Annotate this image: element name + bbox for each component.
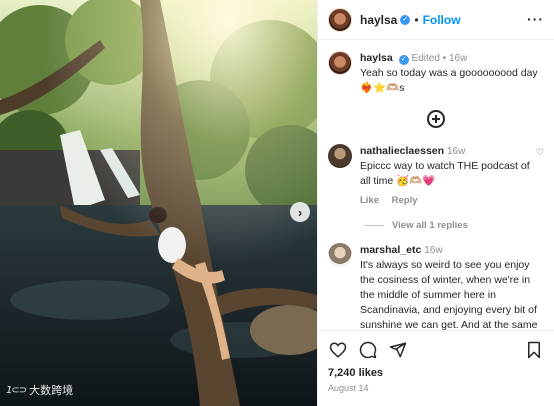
comment-username[interactable]: marshal_etc [360,244,421,256]
comment-like-button[interactable]: Like [360,195,379,206]
heart-icon[interactable] [328,340,348,360]
chevron-right-icon: › [297,204,303,220]
author-username[interactable]: haylsa [360,13,397,27]
comment-time: 16w [446,146,466,157]
next-photo-button[interactable]: › [290,202,310,222]
caption-username[interactable]: haylsa [360,52,393,64]
watermark-logo: 1⊂⊃ [6,384,27,396]
caption-meta: Edited • 16w [411,53,468,64]
view-replies-label[interactable]: View all 1 replies [392,220,468,231]
follow-button[interactable]: Follow [423,13,461,27]
commenter-avatar[interactable] [328,243,352,267]
caption-text: Yeah so today was a gooooooood day ❤️‍🔥⭐… [360,67,538,94]
post-footer: 7,240 likes August 14 [318,330,554,406]
verified-badge-icon: ✓ [398,55,409,65]
verified-badge-icon: ✓ [400,14,411,25]
load-more-comments-icon[interactable] [427,110,445,128]
more-options-icon[interactable]: ··· [527,12,544,26]
comment-username[interactable]: nathalieclaessen [360,145,444,157]
comment-text: It's always so weird to see you enjoy th… [360,259,538,330]
post-header: haylsa ✓ • Follow ··· [318,0,554,40]
comment-text: Epiccc way to watch THE podcast of all t… [360,160,530,187]
comment-reply-button[interactable]: Reply [392,195,418,206]
comment-time: 16w [424,245,443,256]
caption: haylsa ✓ Edited • 16w Yeah so today was … [328,51,544,96]
watermark: 1⊂⊃ 大数跨境 [6,382,73,398]
action-bar [328,337,544,363]
commenter-avatar[interactable] [328,144,352,168]
author-avatar[interactable] [328,7,352,32]
comments-section[interactable]: haylsa ✓ Edited • 16w Yeah so today was … [318,41,554,330]
watermark-text: 大数跨境 [29,384,74,397]
share-icon[interactable] [388,340,408,360]
comment: marshal_etc 16w It's always so weird to … [328,243,544,330]
replies-divider [364,225,384,226]
heart-icon[interactable]: ♡ [536,147,544,158]
post-date: August 14 [328,383,369,393]
header-separator: • [414,12,419,27]
caption-avatar[interactable] [328,51,352,75]
post-photo[interactable]: › 1⊂⊃ 大数跨境 [0,0,317,406]
post-panel: haylsa ✓ • Follow ··· haylsa ✓ Edited • … [317,0,554,406]
comment: nathalieclaessen 16w Epiccc way to watch… [328,144,544,208]
post-image [0,0,317,406]
view-replies[interactable]: View all 1 replies [364,220,544,231]
comment-icon[interactable] [358,340,378,360]
bookmark-icon[interactable] [524,340,544,360]
likes-count[interactable]: 7,240 likes [328,367,544,379]
